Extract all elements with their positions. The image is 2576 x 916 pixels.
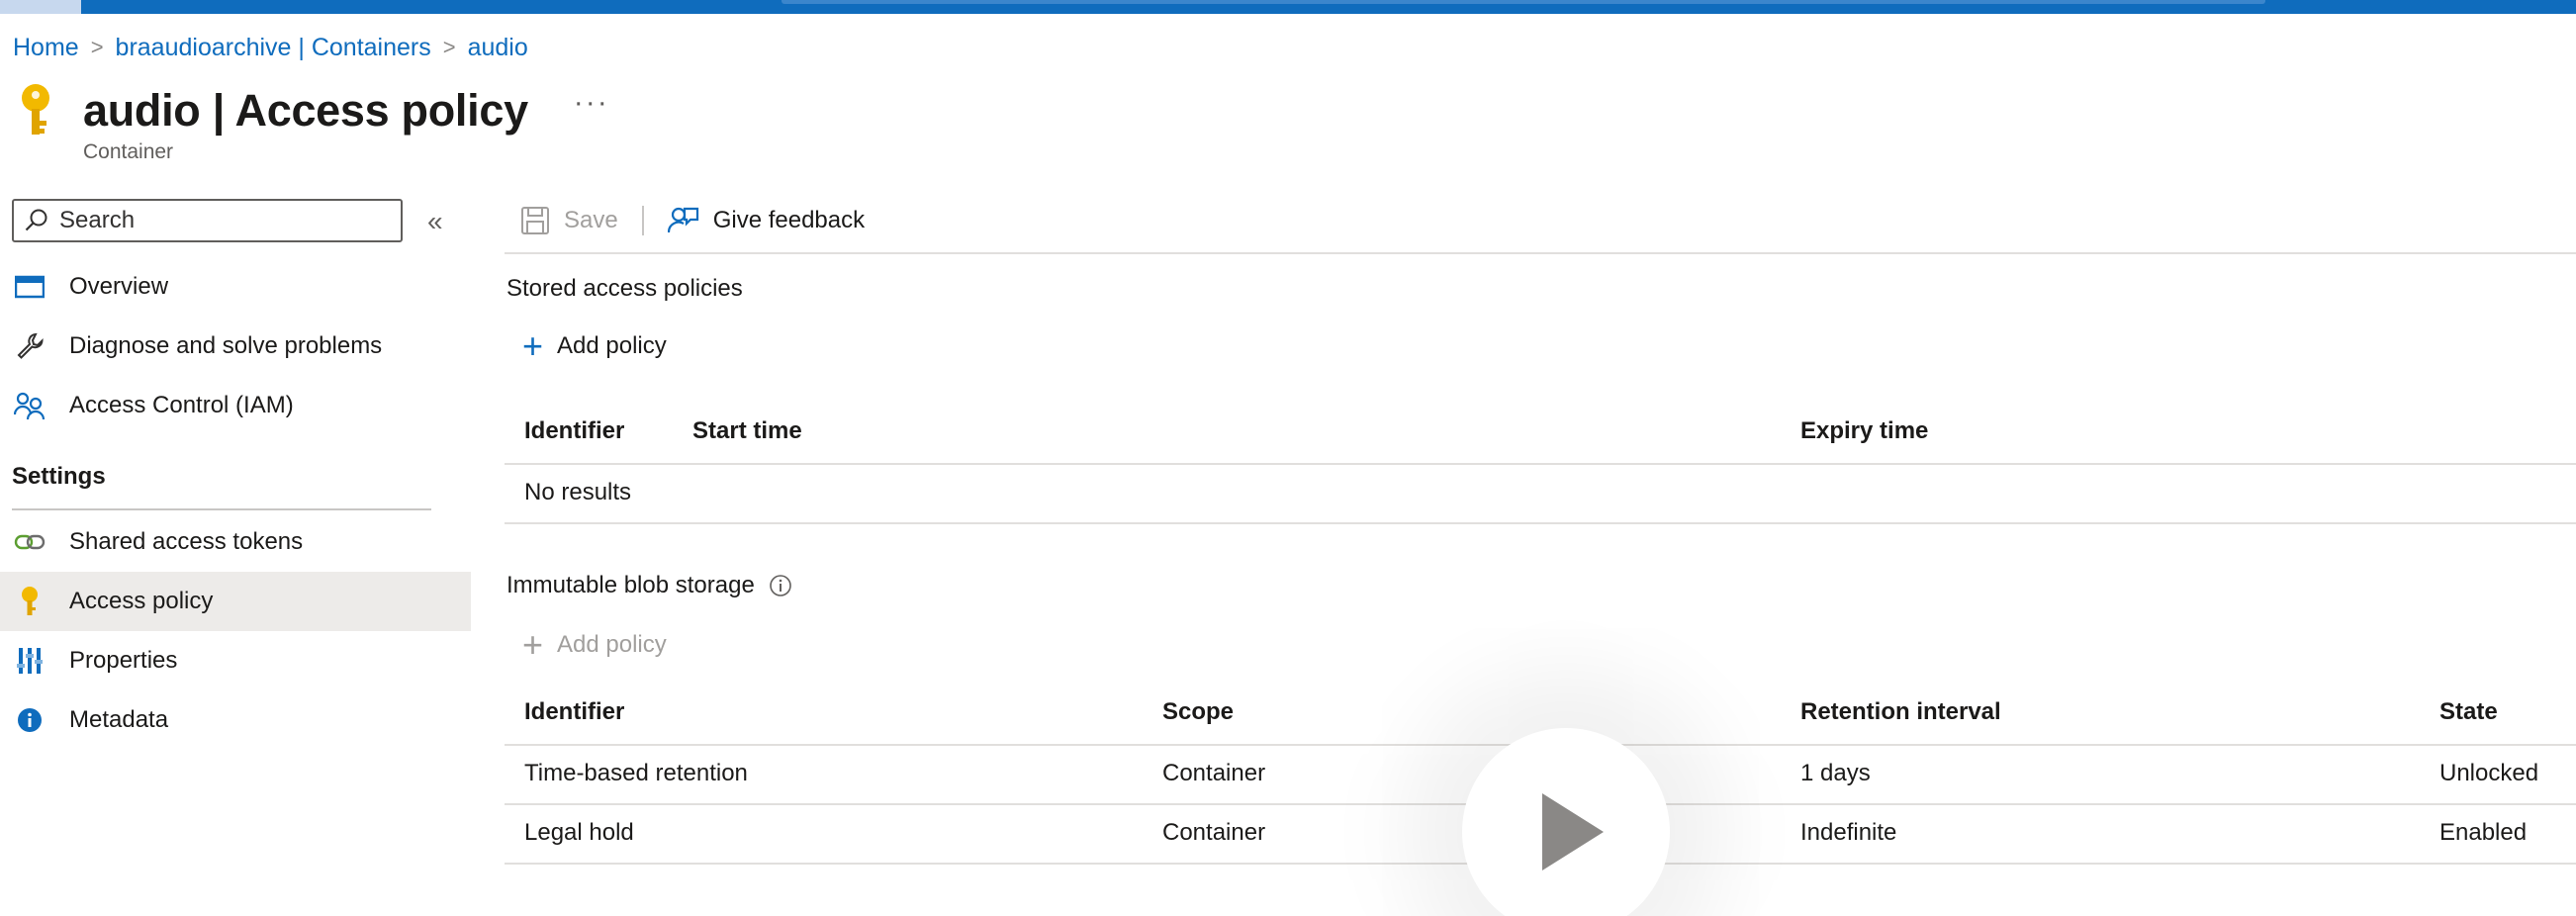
- page-subtitle: Container: [83, 140, 174, 163]
- cell-identifier: Time-based retention: [524, 760, 748, 786]
- breadcrumb: Home > braaudioarchive | Containers > au…: [13, 32, 528, 63]
- immutable-table-header: Identifier Scope Retention interval Stat…: [505, 690, 2576, 734]
- column-header-retention-interval: Retention interval: [1800, 698, 2001, 725]
- breadcrumb-audio[interactable]: audio: [468, 34, 528, 62]
- toolbar-divider-line: [505, 252, 2576, 254]
- column-header-identifier: Identifier: [524, 698, 625, 725]
- link-icon: [12, 524, 47, 560]
- portal-search-bar[interactable]: [782, 0, 2265, 4]
- play-icon: [1542, 793, 1604, 870]
- sidebar-item-label: Access Control (IAM): [69, 392, 294, 418]
- sidebar-item-properties[interactable]: Properties: [0, 631, 471, 690]
- add-immutable-policy-label: Add policy: [557, 631, 667, 658]
- no-results-text: No results: [524, 479, 632, 505]
- more-actions-button[interactable]: ···: [574, 86, 609, 120]
- command-bar: Save Give feedback: [520, 199, 865, 242]
- plus-icon: +: [522, 325, 544, 366]
- info-icon: [12, 702, 47, 738]
- save-label: Save: [564, 207, 618, 233]
- key-icon: [14, 81, 57, 140]
- search-icon: [25, 209, 47, 231]
- page-title-blade: | Access policy: [200, 85, 528, 136]
- key-icon: [12, 584, 47, 619]
- cell-state: Unlocked: [2439, 760, 2539, 786]
- cell-scope: Container: [1162, 819, 1266, 846]
- toolbar-divider: [641, 206, 644, 235]
- info-icon[interactable]: [769, 574, 792, 597]
- save-icon: [521, 207, 549, 234]
- overview-icon: [12, 269, 47, 305]
- breadcrumb-home[interactable]: Home: [13, 34, 79, 62]
- stored-policies-heading: Stored access policies: [506, 275, 743, 302]
- sidebar-item-overview[interactable]: Overview: [0, 257, 471, 317]
- breadcrumb-separator: >: [442, 35, 456, 59]
- breadcrumb-containers[interactable]: braaudioarchive | Containers: [116, 34, 431, 62]
- cell-state: Enabled: [2439, 819, 2528, 846]
- page-title-resource: audio: [83, 85, 201, 136]
- sidebar-item-label: Shared access tokens: [69, 528, 304, 555]
- sidebar-item-access-control[interactable]: Access Control (IAM): [0, 376, 471, 435]
- cell-identifier: Legal hold: [524, 819, 634, 846]
- immutable-storage-heading: Immutable blob storage: [506, 572, 792, 599]
- stored-table-header: Identifier Start time Expiry time: [505, 410, 2576, 453]
- portal-top-bar: [0, 0, 2576, 14]
- add-immutable-policy-button[interactable]: + Add policy: [522, 627, 667, 663]
- settings-section-heading: Settings: [12, 463, 106, 490]
- sidebar-item-label: Properties: [69, 647, 178, 674]
- sidebar-item-diagnose[interactable]: Diagnose and solve problems: [0, 317, 471, 376]
- page-title: audio | Access policy: [83, 85, 528, 137]
- table-divider: [505, 522, 2576, 524]
- sidebar-item-label: Metadata: [69, 706, 169, 733]
- column-header-scope: Scope: [1162, 698, 1235, 725]
- cell-retention-interval: 1 days: [1800, 760, 1871, 786]
- sidebar-item-access-policy[interactable]: Access policy: [0, 572, 471, 631]
- properties-icon: [12, 643, 47, 679]
- add-stored-policy-label: Add policy: [557, 332, 667, 359]
- table-row-empty: No results: [505, 463, 2576, 520]
- column-header-start-time: Start time: [692, 417, 802, 444]
- save-button[interactable]: Save: [520, 206, 618, 235]
- cell-scope: Container: [1162, 760, 1266, 786]
- menu-search-placeholder: Search: [59, 207, 136, 233]
- immutable-storage-title: Immutable blob storage: [506, 572, 755, 598]
- people-icon: [12, 388, 47, 423]
- give-feedback-label: Give feedback: [712, 207, 866, 233]
- page-header: audio | Access policy ···: [14, 81, 609, 140]
- section-divider: [12, 508, 431, 510]
- plus-icon: +: [522, 624, 544, 665]
- wrench-icon: [12, 328, 47, 364]
- portal-menu-tab[interactable]: [0, 0, 81, 14]
- column-header-expiry-time: Expiry time: [1800, 417, 1929, 444]
- resource-menu: Search « Overview Diagnose and solve pro…: [0, 194, 471, 916]
- menu-search-input[interactable]: Search: [12, 199, 403, 242]
- sidebar-item-metadata[interactable]: Metadata: [0, 690, 471, 750]
- column-header-state: State: [2439, 698, 2498, 725]
- give-feedback-button[interactable]: Give feedback: [667, 205, 866, 236]
- sidebar-item-label: Access policy: [69, 588, 214, 614]
- column-header-identifier: Identifier: [524, 417, 625, 444]
- sidebar-item-label: Overview: [69, 273, 169, 300]
- feedback-icon: [667, 207, 698, 233]
- breadcrumb-separator: >: [90, 35, 104, 59]
- sidebar-item-label: Diagnose and solve problems: [69, 332, 383, 359]
- cell-retention-interval: Indefinite: [1800, 819, 1897, 846]
- collapse-menu-button[interactable]: «: [427, 206, 443, 237]
- add-stored-policy-button[interactable]: + Add policy: [522, 328, 667, 364]
- sidebar-item-shared-access-tokens[interactable]: Shared access tokens: [0, 512, 471, 572]
